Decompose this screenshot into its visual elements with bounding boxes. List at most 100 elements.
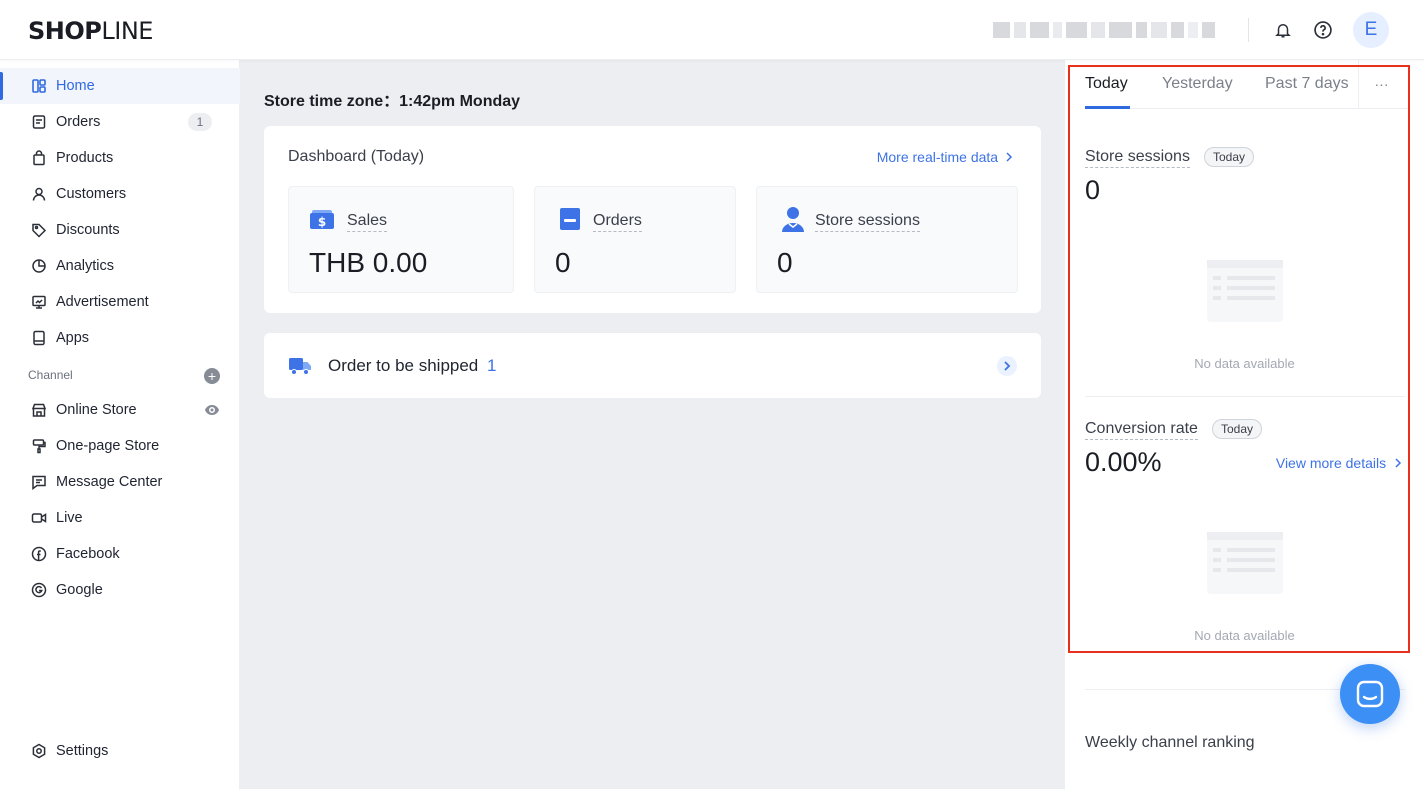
view-more-details-link[interactable]: View more details	[1276, 455, 1402, 471]
top-bar: SHOPLINE E	[0, 0, 1424, 60]
metric-value: THB 0.00	[309, 247, 428, 278]
truck-icon	[288, 355, 312, 382]
sidebar-item-one-page-store[interactable]: One-page Store	[0, 428, 240, 464]
sidebar-item-live[interactable]: Live	[0, 500, 240, 536]
sidebar-item-apps[interactable]: Apps	[0, 320, 240, 356]
dashboard-title: Dashboard (Today)	[288, 148, 425, 165]
facebook-icon	[30, 545, 48, 563]
sidebar-item-label: Google	[56, 582, 103, 598]
store-name-redacted	[993, 22, 1215, 38]
message-icon	[30, 473, 48, 491]
sidebar-item-advertisement[interactable]: Advertisement	[0, 284, 240, 320]
shopline-logo[interactable]: SHOPLINE	[28, 17, 153, 45]
channel-section-label: Channel	[28, 368, 73, 382]
chat-icon	[1356, 680, 1384, 708]
bag-icon	[30, 149, 48, 167]
sidebar-item-google[interactable]: Google	[0, 572, 240, 608]
sidebar-item-online-store[interactable]: Online Store	[0, 392, 240, 428]
sidebar-item-label: Settings	[56, 743, 109, 759]
tag-icon	[30, 221, 48, 239]
today-pill: Today	[1212, 419, 1263, 439]
sidebar-item-label: Customers	[56, 186, 127, 202]
chevron-right-icon[interactable]	[997, 356, 1017, 376]
apps-icon	[30, 329, 48, 347]
orders-metric-card[interactable]: Orders 0	[534, 186, 736, 293]
store-icon	[30, 401, 48, 419]
add-channel-button[interactable]: +	[204, 368, 220, 384]
sidebar-item-facebook[interactable]: Facebook	[0, 536, 240, 572]
sidebar-item-message-center[interactable]: Message Center	[0, 464, 240, 500]
sidebar-item-label: Analytics	[56, 258, 115, 274]
wallet-icon: $	[309, 205, 337, 233]
store-timezone: Store time zone：1:42pm Monday	[264, 93, 521, 110]
sidebar-item-label: Apps	[56, 330, 90, 346]
more-options-icon[interactable]: ···	[1358, 60, 1404, 108]
sidebar-item-label: One-page Store	[56, 438, 160, 454]
tab-yesterday[interactable]: Yesterday	[1162, 75, 1233, 93]
conversion-rate-value: 0.00%	[1085, 447, 1162, 477]
store-sessions-value: 0	[1085, 175, 1101, 205]
divider	[1085, 396, 1405, 397]
sidebar-item-label: Discounts	[56, 222, 120, 238]
sales-metric-card[interactable]: $ Sales THB 0.00	[288, 186, 514, 293]
sidebar-item-label: Live	[56, 510, 83, 526]
metric-label: Store sessions	[815, 211, 920, 232]
divider	[1248, 18, 1249, 42]
order-to-ship-count[interactable]: 1	[487, 356, 496, 376]
main-content: Store time zone：1:42pm Monday Dashboard …	[240, 60, 1065, 789]
sidebar-item-orders[interactable]: Orders 1	[0, 104, 240, 140]
dashboard-card: Dashboard (Today) More real-time data $ …	[264, 126, 1041, 313]
sidebar-item-analytics[interactable]: Analytics	[0, 248, 240, 284]
video-icon	[30, 509, 48, 527]
sidebar-item-label: Message Center	[56, 474, 163, 490]
person-icon	[30, 185, 48, 203]
svg-text:$: $	[318, 215, 326, 229]
date-range-tabs: Today Yesterday Past 7 days ···	[1085, 60, 1409, 109]
orders-count-badge: 1	[188, 113, 212, 131]
more-realtime-data-link[interactable]: More real-time data	[877, 149, 1013, 165]
eye-icon[interactable]	[204, 403, 220, 421]
sidebar-item-label: Advertisement	[56, 294, 149, 310]
bell-icon[interactable]	[1271, 18, 1295, 42]
sidebar-item-customers[interactable]: Customers	[0, 176, 240, 212]
visitor-icon	[779, 205, 807, 233]
metric-label: Orders	[593, 211, 642, 232]
no-data-text: No data available	[1194, 356, 1295, 371]
sidebar-item-label: Facebook	[56, 546, 120, 562]
empty-data-illustration	[1205, 528, 1285, 598]
conversion-rate-title[interactable]: Conversion rate	[1085, 419, 1198, 440]
google-icon	[30, 581, 48, 599]
empty-data-illustration	[1205, 256, 1285, 326]
sidebar-item-label: Home	[56, 78, 95, 94]
order-to-ship-card[interactable]: Order to be shipped 1	[264, 333, 1041, 398]
today-pill: Today	[1204, 147, 1255, 167]
sessions-metric-card[interactable]: Store sessions 0	[756, 186, 1018, 293]
metric-value: 0	[777, 247, 793, 278]
metric-label: Sales	[347, 211, 388, 232]
order-to-ship-label: Order to be shipped	[328, 356, 479, 375]
brush-icon	[30, 437, 48, 455]
sidebar-item-products[interactable]: Products	[0, 140, 240, 176]
pie-icon	[30, 257, 48, 275]
monitor-icon	[30, 293, 48, 311]
tab-today[interactable]: Today	[1085, 75, 1128, 93]
orders-icon	[30, 113, 48, 131]
no-data-text: No data available	[1194, 628, 1295, 643]
sidebar-item-discounts[interactable]: Discounts	[0, 212, 240, 248]
home-icon	[30, 77, 48, 95]
gear-icon	[30, 742, 48, 760]
sidebar-item-label: Online Store	[56, 402, 137, 418]
avatar[interactable]: E	[1353, 12, 1389, 48]
tab-past-7-days[interactable]: Past 7 days	[1265, 75, 1349, 93]
document-icon	[557, 205, 585, 233]
help-icon[interactable]	[1311, 18, 1335, 42]
store-sessions-title[interactable]: Store sessions	[1085, 147, 1190, 168]
sidebar-item-label: Orders	[56, 114, 101, 130]
chat-support-button[interactable]	[1340, 664, 1400, 724]
sidebar-item-home[interactable]: Home	[0, 68, 240, 104]
weekly-channel-ranking-title: Weekly channel ranking	[1085, 734, 1255, 751]
sidebar: Home Orders 1 Products Customers Discoun…	[0, 60, 240, 789]
sidebar-item-settings[interactable]: Settings	[0, 733, 240, 769]
metric-value: 0	[555, 247, 571, 278]
sidebar-item-label: Products	[56, 150, 114, 166]
